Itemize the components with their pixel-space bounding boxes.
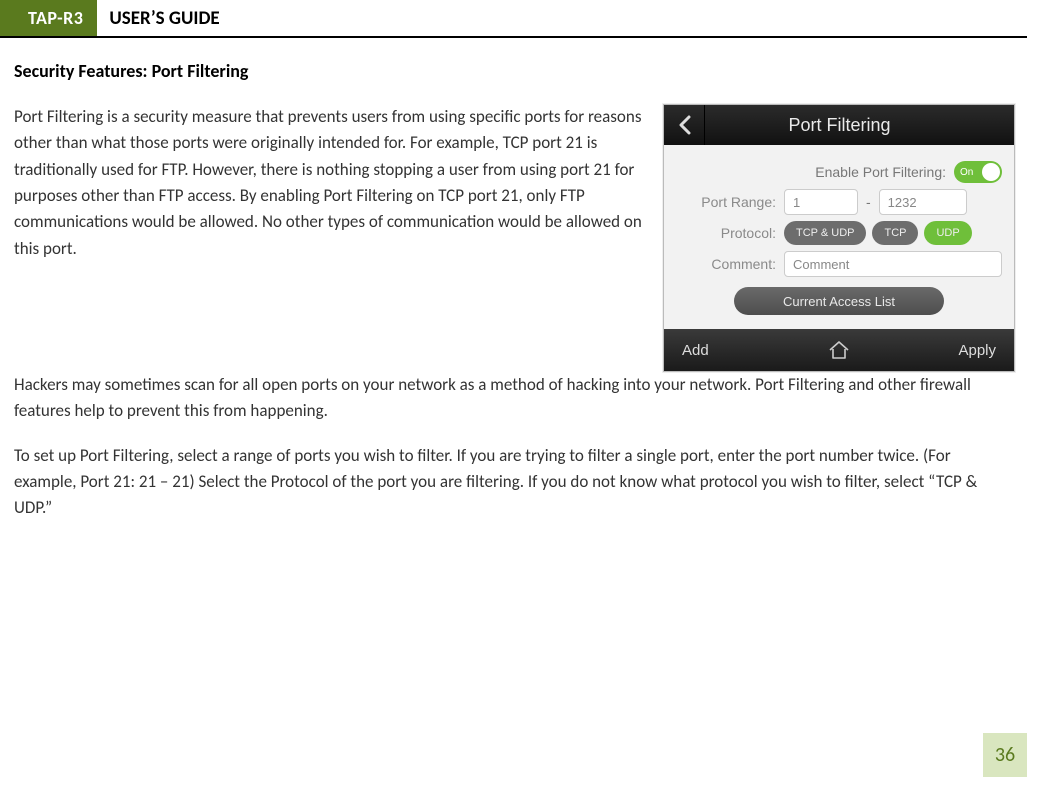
paragraph-3: To set up Port Filtering, select a range… <box>14 443 1015 522</box>
doc-title: USER’S GUIDE <box>97 0 219 36</box>
port-range-separator: - <box>866 194 871 210</box>
screenshot-body: Enable Port Filtering: On Port Range: 1 … <box>664 145 1014 329</box>
current-access-list-button[interactable]: Current Access List <box>734 287 944 315</box>
home-icon[interactable] <box>828 340 850 360</box>
apply-button[interactable]: Apply <box>850 342 1014 359</box>
enable-label: Enable Port Filtering: <box>815 164 946 180</box>
add-button[interactable]: Add <box>664 342 828 359</box>
header-accent <box>0 0 14 36</box>
protocol-label: Protocol: <box>676 225 776 241</box>
screenshot-titlebar: Port Filtering <box>664 105 1014 145</box>
protocol-option-udp[interactable]: UDP <box>924 221 971 245</box>
doc-header: TAP-R3 USER’S GUIDE <box>0 0 1027 38</box>
protocol-segmented: TCP & UDP TCP UDP <box>784 221 972 245</box>
protocol-option-tcp[interactable]: TCP <box>872 221 918 245</box>
port-to-input[interactable]: 1232 <box>879 189 967 215</box>
back-icon[interactable] <box>664 105 705 145</box>
screenshot-title: Port Filtering <box>705 115 974 136</box>
screenshot-footer: Add Apply <box>664 329 1014 371</box>
page-number: 36 <box>983 733 1027 777</box>
enable-toggle[interactable]: On <box>954 161 1002 183</box>
section-title: Security Features: Port Filtering <box>14 60 1015 82</box>
port-range-label: Port Range: <box>676 194 776 210</box>
port-from-input[interactable]: 1 <box>784 189 858 215</box>
paragraph-1: Port Filtering is a security measure tha… <box>14 104 645 262</box>
product-tag: TAP-R3 <box>14 0 97 36</box>
paragraph-2: Hackers may sometimes scan for all open … <box>14 372 1015 425</box>
comment-label: Comment: <box>676 256 776 272</box>
comment-input[interactable]: Comment <box>784 251 1002 277</box>
screenshot-port-filtering: Port Filtering Enable Port Filtering: On… <box>663 104 1015 372</box>
protocol-option-tcpudp[interactable]: TCP & UDP <box>784 221 866 245</box>
